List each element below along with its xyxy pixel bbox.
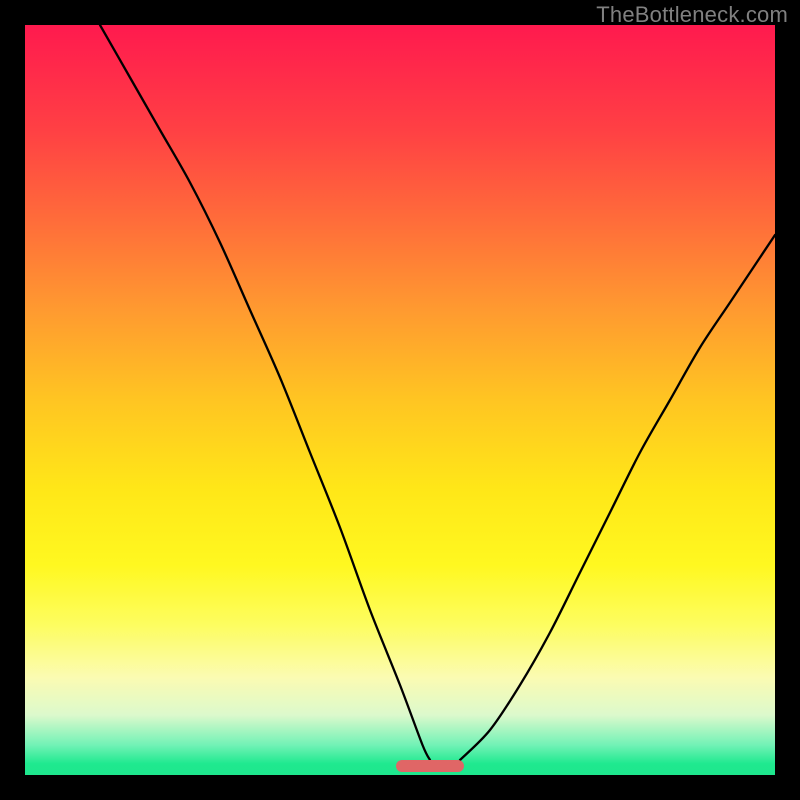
chart-frame: TheBottleneck.com — [0, 0, 800, 800]
curve-right-branch — [460, 235, 775, 760]
watermark-text: TheBottleneck.com — [596, 2, 788, 28]
valley-marker — [396, 760, 464, 772]
bottleneck-curve — [25, 25, 775, 775]
curve-left-branch — [100, 25, 430, 760]
plot-area — [25, 25, 775, 775]
